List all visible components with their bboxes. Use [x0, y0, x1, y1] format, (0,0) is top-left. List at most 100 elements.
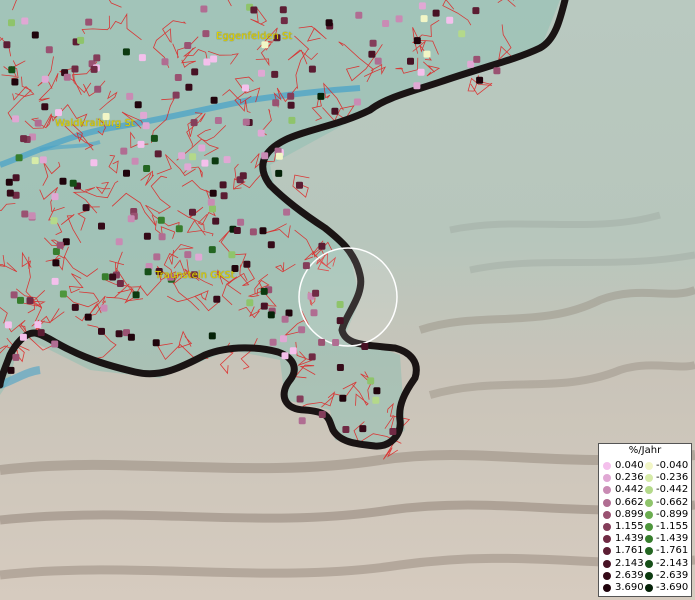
station-marker[interactable]	[267, 311, 275, 319]
station-marker[interactable]	[275, 169, 283, 177]
station-marker[interactable]	[28, 212, 36, 220]
station-marker[interactable]	[161, 58, 169, 66]
station-marker[interactable]	[150, 134, 158, 142]
station-marker[interactable]	[203, 58, 211, 66]
station-marker[interactable]	[195, 253, 203, 261]
station-marker[interactable]	[257, 129, 265, 137]
station-marker[interactable]	[98, 327, 105, 335]
station-marker[interactable]	[336, 301, 344, 308]
station-marker[interactable]	[94, 85, 102, 93]
station-marker[interactable]	[395, 15, 403, 23]
station-marker[interactable]	[34, 119, 42, 127]
station-marker[interactable]	[52, 259, 60, 267]
station-marker[interactable]	[219, 181, 227, 189]
station-marker[interactable]	[272, 99, 280, 107]
station-marker[interactable]	[261, 152, 269, 160]
station-marker[interactable]	[51, 277, 59, 285]
station-marker[interactable]	[12, 353, 20, 361]
station-marker[interactable]	[71, 65, 79, 73]
station-marker[interactable]	[242, 84, 249, 92]
station-marker[interactable]	[131, 157, 139, 165]
station-marker[interactable]	[476, 76, 484, 84]
station-marker[interactable]	[237, 218, 245, 226]
station-marker[interactable]	[369, 39, 377, 47]
station-marker[interactable]	[389, 428, 397, 435]
station-marker[interactable]	[261, 41, 269, 49]
station-marker[interactable]	[152, 339, 160, 347]
station-marker[interactable]	[31, 31, 39, 39]
station-marker[interactable]	[279, 6, 287, 14]
station-marker[interactable]	[207, 198, 215, 206]
station-marker[interactable]	[413, 37, 421, 45]
station-marker[interactable]	[308, 353, 316, 361]
station-marker[interactable]	[209, 205, 216, 213]
station-marker[interactable]	[493, 67, 501, 75]
station-marker[interactable]	[198, 144, 206, 152]
station-marker[interactable]	[458, 30, 466, 38]
station-marker[interactable]	[3, 41, 11, 49]
station-marker[interactable]	[289, 347, 297, 355]
station-marker[interactable]	[212, 217, 220, 225]
station-marker[interactable]	[116, 280, 124, 287]
station-marker[interactable]	[418, 2, 426, 10]
station-marker[interactable]	[336, 317, 344, 325]
station-marker[interactable]	[5, 178, 13, 186]
station-marker[interactable]	[19, 333, 27, 341]
station-marker[interactable]	[158, 233, 166, 241]
station-marker[interactable]	[258, 69, 265, 77]
station-marker[interactable]	[59, 177, 67, 185]
station-marker[interactable]	[318, 338, 326, 346]
station-marker[interactable]	[210, 55, 218, 63]
station-marker[interactable]	[220, 192, 228, 200]
station-marker[interactable]	[56, 241, 64, 249]
station-marker[interactable]	[20, 135, 28, 143]
station-marker[interactable]	[211, 157, 219, 165]
station-marker[interactable]	[318, 242, 326, 250]
station-marker[interactable]	[191, 68, 199, 76]
station-marker[interactable]	[202, 30, 210, 38]
station-marker[interactable]	[26, 297, 34, 305]
station-marker[interactable]	[271, 70, 279, 78]
station-marker[interactable]	[353, 98, 361, 106]
station-marker[interactable]	[189, 208, 196, 216]
station-marker[interactable]	[41, 103, 49, 111]
station-marker[interactable]	[85, 18, 93, 26]
station-marker[interactable]	[82, 204, 90, 212]
station-marker[interactable]	[122, 48, 130, 56]
station-marker[interactable]	[267, 241, 275, 249]
station-marker[interactable]	[17, 296, 24, 304]
station-marker[interactable]	[77, 36, 85, 44]
station-marker[interactable]	[184, 163, 192, 171]
station-marker[interactable]	[109, 273, 117, 281]
station-marker[interactable]	[55, 109, 62, 117]
station-marker[interactable]	[174, 74, 182, 81]
station-marker[interactable]	[355, 11, 363, 19]
station-marker[interactable]	[63, 73, 71, 81]
station-marker[interactable]	[34, 321, 42, 329]
station-marker[interactable]	[260, 287, 268, 295]
station-marker[interactable]	[93, 54, 101, 62]
station-marker[interactable]	[185, 83, 193, 91]
station-marker[interactable]	[6, 189, 14, 197]
station-marker[interactable]	[15, 154, 23, 162]
station-marker[interactable]	[473, 55, 481, 63]
station-marker[interactable]	[144, 268, 152, 276]
station-marker[interactable]	[275, 152, 283, 160]
station-marker[interactable]	[62, 238, 70, 246]
station-marker[interactable]	[127, 333, 135, 341]
station-marker[interactable]	[189, 153, 197, 161]
station-marker[interactable]	[71, 303, 79, 311]
station-marker[interactable]	[115, 330, 123, 338]
station-marker[interactable]	[243, 260, 251, 268]
station-marker[interactable]	[361, 343, 369, 350]
station-marker[interactable]	[41, 75, 49, 83]
station-marker[interactable]	[84, 313, 92, 321]
station-marker[interactable]	[101, 273, 109, 281]
station-marker[interactable]	[138, 54, 146, 62]
station-marker[interactable]	[467, 60, 475, 68]
station-marker[interactable]	[296, 395, 304, 403]
station-marker[interactable]	[134, 101, 142, 109]
station-marker[interactable]	[137, 140, 145, 148]
station-marker[interactable]	[52, 248, 60, 255]
station-marker[interactable]	[132, 291, 140, 299]
